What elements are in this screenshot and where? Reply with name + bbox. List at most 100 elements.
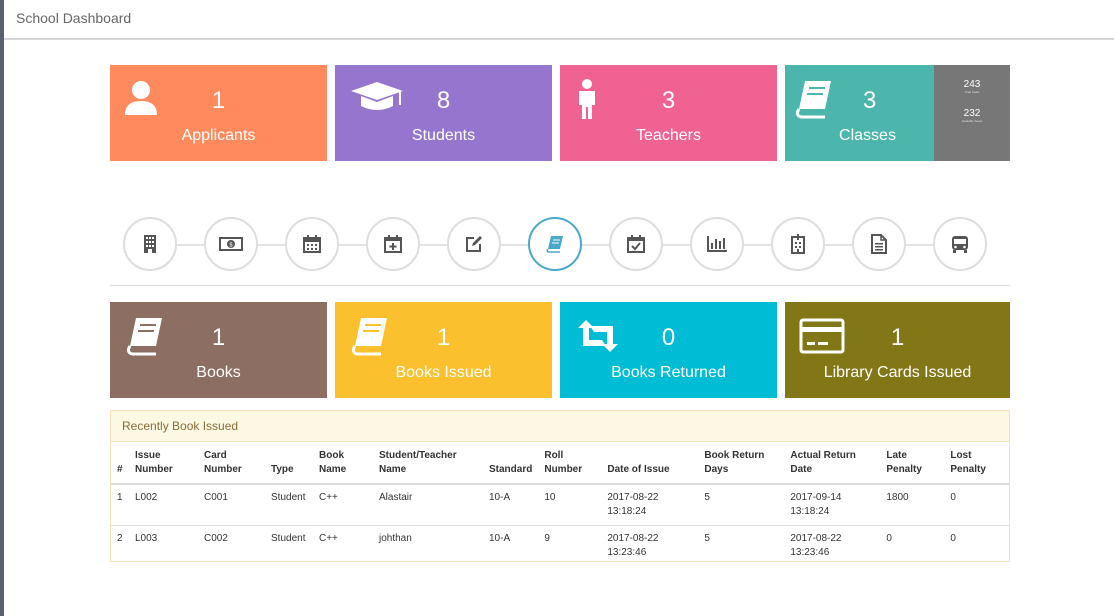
books-returned-label: Books Returned [611,364,726,381]
books-label: Books [196,364,241,381]
col-student-teacher-name: Student/Teacher Name [373,442,483,485]
cell-number: 1 [111,484,129,526]
cell-book-name: C++ [319,533,338,544]
module-book-button[interactable] [528,217,582,271]
cell-lost-penalty: 0 [944,484,1009,526]
module-calendar-button[interactable] [285,217,339,271]
table-row: 2 L003 C002 Student C++ johthan 10-A 9 2… [111,526,1009,567]
col-actual-return-date: Actual Return Date [784,442,881,485]
recent-books-title: Recently Book Issued [111,411,1009,442]
cell-book-return-days: 5 [704,533,710,544]
col-book-return-days: Book Return Days [698,442,785,485]
recent-books-panel: Recently Book Issued # Issue Number Card… [110,410,1010,562]
header: School Dashboard [4,0,1114,40]
cell-student-teacher-name: johthan [379,533,412,544]
library-cards-count: 1 [890,324,905,351]
col-number: # [111,442,129,485]
books-card[interactable]: 1 Books [110,302,327,398]
applicants-card[interactable]: 1 Applicants [110,65,327,161]
applicants-count: 1 [211,87,226,114]
section-divider [110,285,1010,286]
module-building-button[interactable] [123,217,177,271]
cell-date-of-issue: 2017-08-22 13:23:46 [607,533,659,558]
cell-standard: 10-A [483,484,539,526]
window-left-edge [0,0,4,616]
teachers-label: Teachers [636,127,701,144]
classes-count: 3 [863,87,877,114]
table-header-row: # Issue Number Card Number Type Book Nam… [111,442,1009,485]
cell-late-penalty: 1800 [880,484,945,526]
cell-type: Student [265,484,313,526]
module-bus-button[interactable] [933,217,987,271]
applicants-label: Applicants [181,127,256,144]
students-card[interactable]: 8 Students [335,65,552,161]
module-bar-chart-button[interactable] [690,217,744,271]
edit-icon [466,236,482,252]
book-icon [546,236,563,253]
module-calendar-check-button[interactable] [609,217,663,271]
teachers-count: 3 [661,87,676,114]
building-icon [144,235,156,253]
col-date-of-issue: Date of Issue [601,442,699,485]
recent-books-table: # Issue Number Card Number Type Book Nam… [111,442,1009,566]
available-seats-value: 232 [963,108,981,119]
money-icon: $ [219,237,243,251]
books-issued-count: 1 [436,324,451,351]
cell-lost-penalty: 0 [950,533,956,544]
calendar-check-icon [627,235,645,253]
module-hospital-button[interactable] [771,217,825,271]
library-cards-card[interactable]: 1 Library Cards Issued [785,302,1010,398]
classes-card[interactable]: 3 Classes [785,65,934,161]
cell-card-number: C001 [198,484,265,526]
module-calendar-plus-button[interactable] [366,217,420,271]
cell-issue-number: L003 [135,533,158,544]
module-icon-row: $ [110,214,1010,274]
calendar-plus-icon [384,235,402,253]
cell-date-of-issue: 2017-08-22 13:18:24 [601,484,699,526]
cell-book-name: C++ [313,484,373,526]
cell-issue-number: L002 [129,484,198,526]
students-label: Students [411,127,476,144]
class-seats-panel: 243 Total Seats 232 Available Seats [934,65,1010,161]
cell-roll-number: 10 [538,484,602,526]
svg-text:$: $ [229,242,233,249]
cell-roll-number: 9 [544,533,550,544]
module-document-button[interactable] [852,217,906,271]
cell-standard: 10-A [489,533,511,544]
cell-number: 2 [117,533,123,544]
cell-card-number: C002 [204,533,228,544]
cell-book-return-days: 5 [698,484,785,526]
col-standard: Standard [483,442,539,485]
col-card-number: Card Number [198,442,265,485]
col-type: Type [265,442,313,485]
books-count: 1 [211,324,226,351]
cell-actual-return-date: 2017-08-22 13:23:46 [790,533,842,558]
available-seats-label: Available Seats [961,119,983,123]
teachers-card[interactable]: 3 Teachers [560,65,777,161]
module-money-button[interactable]: $ [204,217,258,271]
bar-chart-icon [707,236,727,252]
classes-label: Classes [839,127,896,144]
col-late-penalty: Late Penalty [880,442,945,485]
books-issued-label: Books Issued [395,364,492,381]
col-lost-penalty: Lost Penalty [944,442,1009,485]
col-roll-number: Roll Number [538,442,602,485]
students-count: 8 [436,87,451,114]
page-title: School Dashboard [16,10,132,26]
calendar-icon [303,235,321,253]
books-returned-card[interactable]: 0 Books Returned [560,302,777,398]
hospital-icon [791,234,805,254]
books-returned-count: 0 [661,324,676,351]
table-row: 1 L002 C001 Student C++ Alastair 10-A 10… [111,484,1009,526]
bus-icon [952,236,968,253]
library-cards-label: Library Cards Issued [823,364,972,381]
module-edit-button[interactable] [447,217,501,271]
col-issue-number: Issue Number [129,442,198,485]
document-icon [871,234,887,254]
cell-type: Student [271,533,306,544]
cell-late-penalty: 0 [886,533,892,544]
books-issued-card[interactable]: 1 Books Issued [335,302,552,398]
col-book-name: Book Name [313,442,373,485]
cell-student-teacher-name: Alastair [373,484,483,526]
total-seats-value: 243 [963,79,981,90]
